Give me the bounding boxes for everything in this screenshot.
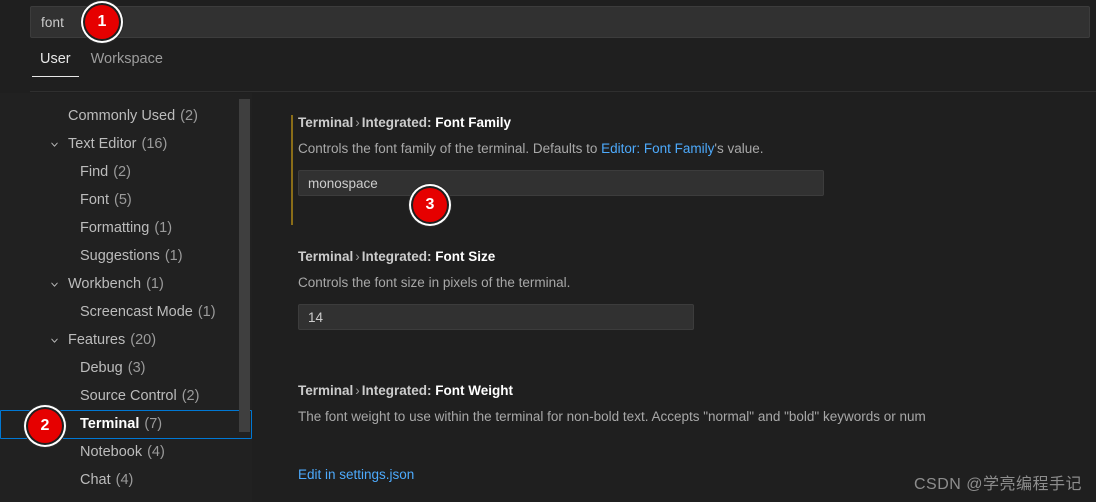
sidebar-item-source-control[interactable]: Source Control (2)	[0, 382, 252, 410]
sidebar-item-count: (2)	[181, 388, 200, 404]
editor-font-family-link[interactable]: Editor: Font Family	[601, 141, 714, 156]
sidebar-scrollbar-thumb[interactable]	[239, 99, 250, 432]
font-family-input-value: monospace	[308, 175, 378, 191]
sidebar-item-screencast-mode[interactable]: Screencast Mode (1)	[0, 298, 252, 326]
setting-title: Terminal › Integrated: Font Family	[298, 115, 1096, 130]
chevron-down-icon[interactable]	[46, 136, 62, 152]
sidebar-item-count: (7)	[144, 416, 163, 432]
sidebar-item-count: (16)	[141, 136, 168, 152]
sidebar-item-count: (20)	[130, 332, 157, 348]
sidebar-item-count: (1)	[164, 248, 183, 264]
description-text: Controls the font size in pixels of the …	[298, 275, 571, 290]
search-bar: font	[0, 0, 1096, 44]
sidebar-item-count: (3)	[127, 360, 146, 376]
sidebar-scrollbar[interactable]	[239, 93, 250, 502]
setting-item-font-size: Terminal › Integrated: Font Size Controls …	[298, 249, 1096, 330]
setting-leaf-name: Font Size	[435, 249, 496, 264]
sidebar-item-label: Workbench	[68, 276, 142, 292]
description-text-tail: 's value.	[714, 141, 764, 156]
sidebar-item-label: Notebook	[80, 444, 143, 460]
sidebar-item-label: Chat	[80, 472, 111, 488]
setting-category: Integrated:	[361, 383, 432, 398]
sidebar-item-label: Font	[80, 192, 110, 208]
font-family-input[interactable]: monospace	[298, 170, 824, 196]
font-size-input[interactable]: 14	[298, 304, 694, 330]
sidebar-item-count: (1)	[197, 304, 216, 320]
sidebar-item-count: (2)	[180, 108, 198, 124]
sidebar-item-suggestions[interactable]: Suggestions (1)	[0, 242, 252, 270]
setting-crumb: Terminal	[298, 383, 354, 398]
edit-in-settings-json-link[interactable]: Edit in settings.json	[298, 467, 414, 482]
search-input-value: font	[41, 14, 64, 30]
sidebar-item-count: (2)	[113, 164, 131, 180]
sidebar-item-count: (4)	[147, 444, 165, 460]
search-input[interactable]: font	[30, 6, 1090, 38]
sidebar-item-label: Find	[80, 164, 109, 180]
sidebar-item-debug[interactable]: Debug (3)	[0, 354, 252, 382]
sidebar-item-workbench[interactable]: Workbench (1)	[0, 270, 252, 298]
settings-editor: font User Workspace Commonly Used (2) Text …	[0, 0, 1096, 502]
sidebar-item-label: Commonly Used	[68, 108, 176, 124]
tab-user[interactable]: User	[30, 47, 81, 77]
tabs-divider	[30, 91, 1096, 92]
setting-separator: ›	[355, 383, 360, 398]
setting-leaf-name: Font Family	[435, 115, 512, 130]
setting-category: Integrated:	[361, 249, 432, 264]
sidebar-item-commonly-used[interactable]: Commonly Used (2)	[0, 102, 252, 130]
font-size-input-value: 14	[308, 309, 324, 325]
sidebar-item-text-editor[interactable]: Text Editor (16)	[0, 130, 252, 158]
step-badge-2: 2	[28, 409, 62, 443]
modified-indicator-bar	[291, 115, 293, 225]
description-text: The font weight to use within the termin…	[298, 409, 926, 424]
sidebar-item-count: (1)	[146, 276, 164, 292]
setting-description: Controls the font size in pixels of the …	[298, 274, 1096, 291]
sidebar-item-label: Screencast Mode	[80, 304, 193, 320]
sidebar-item-formatting[interactable]: Formatting (1)	[0, 214, 252, 242]
setting-title: Terminal › Integrated: Font Size	[298, 249, 1096, 264]
setting-separator: ›	[355, 249, 360, 264]
sidebar-item-font[interactable]: Font (5)	[0, 186, 252, 214]
setting-separator: ›	[355, 115, 360, 130]
step-badge-1: 1	[85, 5, 119, 39]
setting-leaf-name: Font Weight	[435, 383, 514, 398]
sidebar-item-label: Terminal	[80, 416, 140, 432]
chevron-down-icon[interactable]	[46, 276, 62, 292]
sidebar-item-notebook[interactable]: Notebook (4)	[0, 438, 252, 466]
sidebar-item-label: Suggestions	[80, 248, 160, 264]
sidebar-item-count: (5)	[114, 192, 132, 208]
step-badge-3: 3	[413, 188, 447, 222]
sidebar-item-label: Source Control	[80, 388, 177, 404]
setting-description: Controls the font family of the terminal…	[298, 140, 1096, 157]
sidebar-item-label: Features	[68, 332, 126, 348]
setting-title: Terminal › Integrated: Font Weight	[298, 383, 1096, 398]
sidebar-item-count: (4)	[115, 472, 134, 488]
sidebar-item-count: (1)	[154, 220, 173, 236]
description-text: Controls the font family of the terminal…	[298, 141, 602, 156]
sidebar-item-label: Debug	[80, 360, 123, 376]
setting-item-font-family: Terminal › Integrated: Font Family Control…	[291, 115, 1096, 225]
setting-item-font-weight: Terminal › Integrated: Font Weight The fon…	[298, 383, 1096, 425]
sidebar-item-find[interactable]: Find (2)	[0, 158, 252, 186]
setting-crumb: Terminal	[298, 249, 354, 264]
setting-crumb: Terminal	[298, 115, 354, 130]
sidebar-item-label: Formatting	[80, 220, 150, 236]
sidebar-item-features[interactable]: Features (20)	[0, 326, 252, 354]
chevron-down-icon[interactable]	[46, 332, 62, 348]
tab-workspace[interactable]: Workspace	[81, 47, 173, 77]
setting-category: Integrated:	[361, 115, 432, 130]
settings-list: Terminal › Integrated: Font Family Control…	[252, 93, 1096, 502]
settings-scope-tabs: User Workspace	[0, 47, 1096, 92]
setting-description: The font weight to use within the termin…	[298, 408, 1096, 425]
sidebar-item-label: Text Editor	[68, 136, 137, 152]
sidebar-item-chat[interactable]: Chat (4)	[0, 466, 252, 494]
